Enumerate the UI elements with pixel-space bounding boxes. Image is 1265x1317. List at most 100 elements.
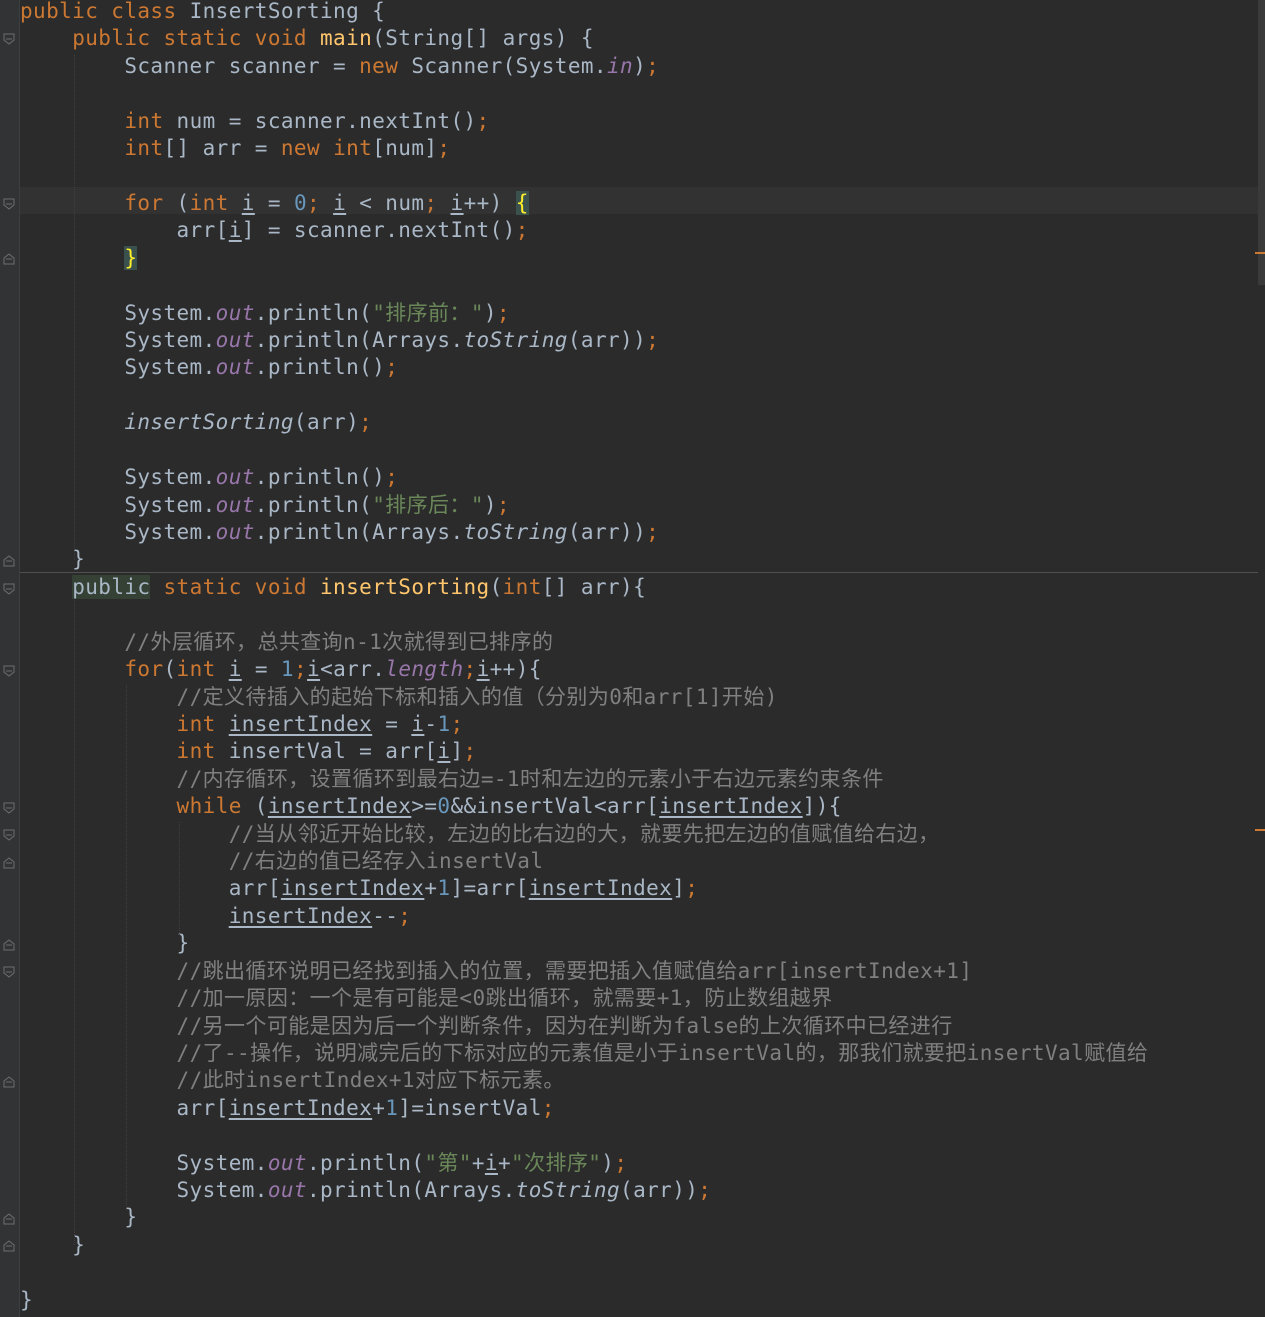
code-token: out — [215, 300, 255, 325]
code-token: ; — [646, 328, 660, 353]
code-token: ; — [293, 657, 308, 682]
code-line[interactable]: //加一原因：一个是有可能是<0跳出循环，就需要+1，防止数组越界 — [20, 985, 833, 1012]
code-token: ++) — [463, 190, 516, 215]
code-token: i — [411, 711, 425, 736]
code-line[interactable]: //定义待插入的起始下标和插入的值（分别为0和arr[1]开始) — [20, 684, 778, 711]
code-line[interactable]: System.out.println("排序后："); — [20, 492, 510, 519]
scrollbar-thumb[interactable] — [1258, 0, 1265, 285]
code-line[interactable]: arr[insertIndex+1]=arr[insertIndex]; — [20, 875, 698, 902]
code-token: ( — [176, 190, 190, 215]
code-token: int — [176, 739, 229, 764]
code-token: toString — [515, 1178, 621, 1203]
code-token: 1 — [280, 657, 294, 682]
code-token: 1 — [385, 1095, 399, 1120]
code-token: toString — [463, 328, 568, 353]
code-token: .println( — [306, 1150, 425, 1175]
code-token: + — [497, 1150, 511, 1175]
code-line[interactable]: for(int i = 1;i<arr.length;i++){ — [20, 656, 542, 683]
code-line[interactable]: System.out.println("第"+i+"次排序"); — [20, 1150, 627, 1177]
code-token: //外层循环，总共查询n-1次就得到已排序的 — [124, 629, 554, 654]
code-line[interactable]: //右边的值已经存入insertVal — [20, 848, 543, 875]
code-token: .println(Arrays. — [254, 328, 464, 353]
code-token: (String[] args) { — [372, 26, 594, 51]
code-line[interactable]: //内存循环，设置循环到最右边=-1时和左边的元素小于右边元素约束条件 — [20, 766, 884, 793]
code-token: } — [124, 245, 138, 270]
code-token: //另一个可能是因为后一个判断条件，因为在判断为false的上次循环中已经进行 — [176, 1013, 953, 1038]
code-line[interactable]: int[] arr = new int[num]; — [20, 135, 450, 162]
code-line[interactable]: public static void insertSorting(int[] a… — [20, 574, 646, 601]
code-area[interactable]: public class InsertSorting { public stat… — [0, 0, 1265, 1317]
code-line[interactable]: arr[insertIndex+1]=insertVal; — [20, 1095, 555, 1122]
code-line[interactable]: } — [20, 1287, 33, 1314]
code-token: i — [437, 739, 451, 764]
code-token: -- — [372, 903, 399, 928]
code-token: for — [124, 190, 177, 215]
code-token: ; — [496, 492, 510, 517]
code-line[interactable]: //外层循环，总共查询n-1次就得到已排序的 — [20, 629, 553, 656]
code-line[interactable]: arr[i] = scanner.nextInt(); — [20, 217, 529, 244]
code-token: ) — [483, 492, 497, 517]
code-line[interactable]: System.out.println("排序前："); — [20, 300, 510, 327]
code-token: toString — [463, 519, 568, 544]
vertical-scrollbar[interactable] — [1255, 0, 1265, 1317]
code-line[interactable]: System.out.println(Arrays.toString(arr))… — [20, 1177, 711, 1204]
code-line[interactable]: int insertIndex = i-1; — [20, 711, 464, 738]
code-token: .println( — [254, 300, 373, 325]
code-token: ] — [672, 876, 686, 901]
code-line[interactable]: System.out.println(Arrays.toString(arr))… — [20, 519, 659, 546]
code-line[interactable]: } — [20, 245, 138, 272]
code-line[interactable]: } — [20, 930, 190, 957]
code-token: System. — [20, 355, 216, 380]
warning-marker[interactable] — [1255, 252, 1265, 254]
code-token: = — [254, 190, 294, 215]
code-token: System. — [20, 300, 216, 325]
code-token: out — [215, 328, 255, 353]
code-line[interactable]: while (insertIndex>=0&&insertVal<arr[ins… — [20, 793, 842, 820]
code-token: public static void — [72, 26, 321, 51]
code-token: while — [176, 794, 255, 819]
code-line[interactable]: System.out.println(Arrays.toString(arr))… — [20, 327, 659, 354]
code-line[interactable]: public class InsertSorting { — [20, 0, 385, 25]
code-token: //定义待插入的起始下标和插入的值（分别为0和arr[1]开始) — [176, 684, 778, 709]
code-line[interactable]: int num = scanner.nextInt(); — [20, 108, 490, 135]
code-line[interactable]: } — [20, 1232, 85, 1259]
code-line[interactable]: insertSorting(arr); — [20, 409, 372, 436]
code-line[interactable]: //另一个可能是因为后一个判断条件，因为在判断为false的上次循环中已经进行 — [20, 1013, 953, 1040]
code-line[interactable]: //当从邻近开始比较，左边的比右边的大，就要先把左边的值赋值给右边， — [20, 821, 940, 848]
code-token: ; — [496, 300, 510, 325]
code-editor[interactable]: public class InsertSorting { public stat… — [0, 0, 1265, 1317]
code-token: arr[ — [20, 876, 281, 901]
code-line[interactable]: //此时insertIndex+1对应下标元素。 — [20, 1067, 565, 1094]
code-token: "第" — [424, 1150, 472, 1175]
code-token: (arr) — [293, 410, 360, 435]
code-line[interactable]: //了--操作，说明减完后的下标对应的元素值是小于insertVal的，那我们就… — [20, 1040, 1148, 1067]
code-token: 0 — [437, 794, 451, 819]
code-token: ++){ — [489, 657, 542, 682]
code-line[interactable]: for (int i = 0; i < num; i++) { — [20, 190, 529, 217]
code-line[interactable]: //跳出循环说明已经找到插入的位置，需要把插入值赋值给arr[insertInd… — [20, 958, 972, 985]
code-line[interactable]: System.out.println(); — [20, 354, 398, 381]
code-token: ; — [424, 190, 451, 215]
code-token: in — [606, 53, 634, 78]
code-line[interactable]: } — [20, 546, 85, 573]
code-line[interactable]: insertIndex--; — [20, 903, 411, 930]
code-token: for — [124, 657, 164, 682]
code-token: int — [502, 574, 542, 599]
code-line[interactable]: Scanner scanner = new Scanner(System.in)… — [20, 53, 659, 80]
code-token: ; — [614, 1150, 628, 1175]
code-token: ; — [463, 657, 477, 682]
code-line[interactable]: public static void main(String[] args) { — [20, 25, 594, 52]
indent-guide — [126, 685, 127, 1210]
code-token: Scanner(System. — [411, 53, 607, 78]
code-token: out — [267, 1150, 307, 1175]
code-token: ; — [646, 53, 660, 78]
code-line[interactable]: int insertVal = arr[i]; — [20, 738, 477, 765]
code-token: int — [189, 190, 242, 215]
code-line[interactable]: System.out.println(); — [20, 464, 398, 491]
code-token: = — [372, 711, 412, 736]
code-token: ; — [307, 190, 334, 215]
warning-marker[interactable] — [1255, 829, 1265, 831]
code-line[interactable]: } — [20, 1204, 137, 1231]
